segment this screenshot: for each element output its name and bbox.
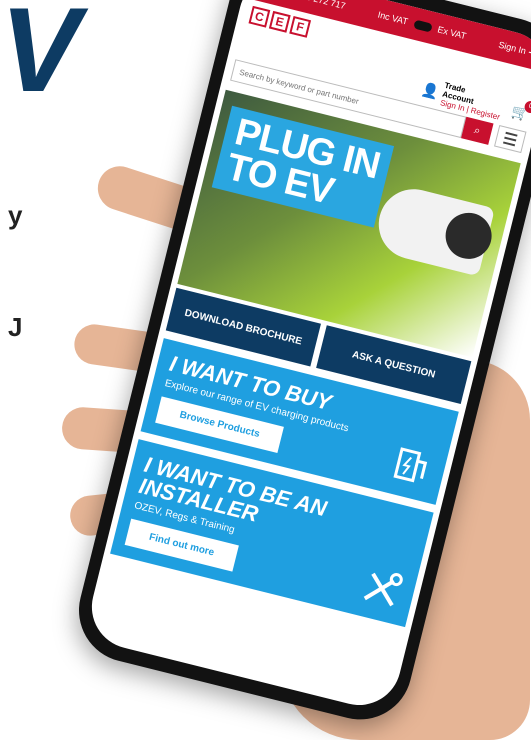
cart-icon[interactable]: 🛒 0: [510, 99, 531, 123]
user-icon[interactable]: 👤: [420, 80, 441, 101]
cart-count-badge: 0: [523, 99, 531, 114]
background-heading-fragment: V: [0, 0, 81, 117]
menu-button[interactable]: [494, 124, 527, 154]
logo-letter-c[interactable]: C: [248, 5, 271, 28]
search-button[interactable]: ⌕: [461, 116, 494, 145]
hero-title: PLUG IN TO EV: [211, 105, 395, 228]
search-icon: ⌕: [472, 123, 482, 137]
charging-station-icon: [393, 447, 428, 483]
vat-switch[interactable]: [412, 19, 433, 33]
background-text-fragment: y: [8, 200, 23, 230]
hamburger-icon: [505, 131, 518, 137]
sign-in-icon: ➜: [527, 46, 531, 59]
sign-in-link[interactable]: Sign In ➜: [497, 39, 531, 59]
background-text-fragment: J: [8, 312, 23, 342]
ex-vat-label: Ex VAT: [436, 24, 468, 42]
inc-vat-label: Inc VAT: [376, 9, 409, 27]
tools-icon: [363, 572, 403, 607]
logo-letter-e[interactable]: E: [268, 10, 291, 33]
logo-letter-f[interactable]: F: [289, 15, 312, 38]
